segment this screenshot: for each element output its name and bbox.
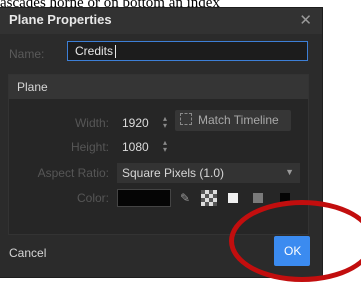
plane-properties-dialog: Plane Properties ✕ Name: Plane Width: 19… (0, 8, 322, 277)
chevron-down-icon: ▼ (285, 167, 294, 177)
color-swatch-well[interactable] (117, 189, 171, 207)
plane-group-title: Plane (17, 80, 48, 94)
black-swatch[interactable] (280, 193, 290, 203)
plane-group: Plane (8, 74, 309, 235)
height-value[interactable]: 1080 (122, 140, 149, 154)
checkerboard-icon[interactable] (201, 190, 217, 206)
dialog-titlebar: Plane Properties ✕ (0, 8, 322, 34)
aspect-ratio-select[interactable]: Square Pixels (1.0) ▼ (117, 163, 300, 183)
height-label: Height: (70, 140, 109, 154)
width-label: Width: (74, 116, 109, 130)
cancel-label: Cancel (9, 246, 47, 260)
fit-frame-icon (180, 113, 192, 125)
gray-swatch[interactable] (253, 193, 263, 203)
aspect-ratio-label: Aspect Ratio: (37, 166, 109, 180)
width-spin-icon[interactable]: ▴ ▾ (161, 115, 169, 131)
color-label: Color: (76, 191, 109, 205)
ok-button[interactable]: OK (274, 236, 310, 266)
name-label: Name: (9, 47, 45, 61)
height-spin-icon[interactable]: ▴ ▾ (161, 139, 169, 155)
match-timeline-label: Match Timeline (198, 113, 279, 127)
width-value[interactable]: 1920 (122, 116, 149, 130)
ok-label: OK (284, 244, 302, 258)
white-swatch[interactable] (228, 193, 238, 203)
close-icon[interactable]: ✕ (299, 11, 312, 29)
aspect-ratio-value: Square Pixels (1.0) (122, 166, 225, 180)
text-caret (115, 45, 116, 58)
match-timeline-button[interactable]: Match Timeline (175, 110, 291, 131)
eyedropper-icon[interactable]: ✎ (177, 190, 193, 206)
cancel-button[interactable]: Cancel (0, 232, 58, 276)
plane-group-header: Plane (9, 75, 308, 99)
dialog-title: Plane Properties (9, 12, 112, 27)
name-field[interactable] (67, 41, 308, 61)
